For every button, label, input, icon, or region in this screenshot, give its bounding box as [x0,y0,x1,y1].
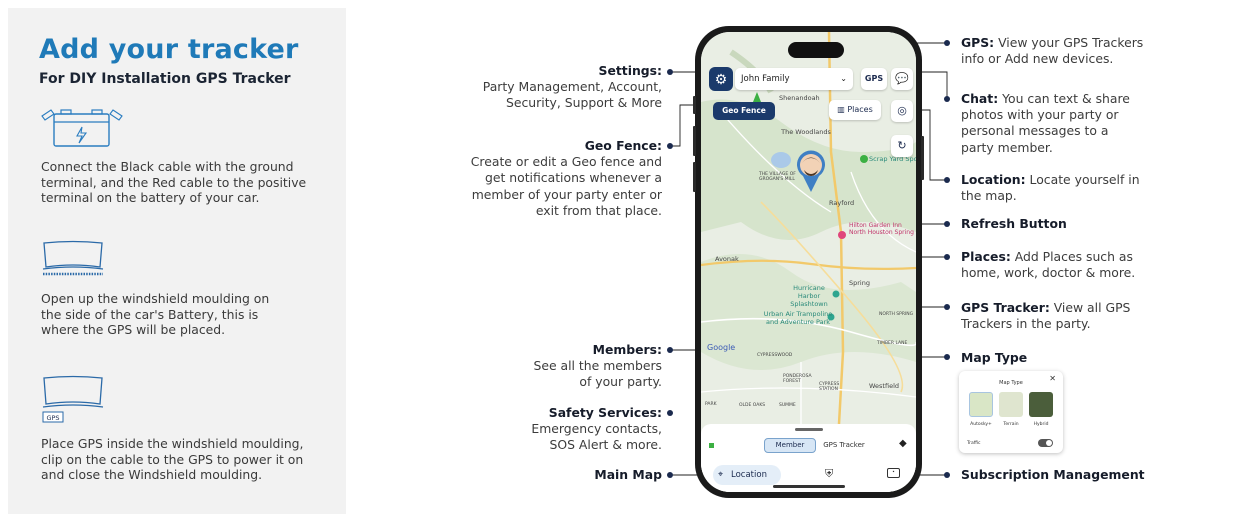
map-label: The Woodlands [781,128,831,136]
map-type-card: Map Type ✕ Autosky+ Terrain Hybrid Traff… [959,371,1063,453]
annotation-dot [944,254,950,260]
annotation-dot [944,472,950,478]
card-icon: ▪ [892,469,895,475]
settings-button[interactable]: ⚙ [709,67,733,91]
party-select[interactable]: John Family ⌄ [735,68,853,90]
map-type-autosky[interactable] [969,392,993,417]
annotation-dot [944,177,950,183]
annotation-dot [667,410,673,416]
sheet-handle[interactable] [795,428,823,431]
chevron-down-icon: ⌄ [840,74,847,83]
geo-fence-button[interactable]: Geo Fence [713,102,775,120]
gear-icon: ⚙ [714,71,728,87]
annotation-dot [667,347,673,353]
subscription-button[interactable]: ▪ [887,468,900,478]
map-type-label: Terrain [1003,422,1019,427]
annotation-main-map: Main Map [594,467,662,482]
map-type-label: Autosky+ [970,422,992,427]
status-indicator [709,443,714,448]
map-label: SUMME [779,403,796,408]
map-label: PARK [705,402,717,407]
building-icon: ▥ [837,105,845,114]
annotation-dot [944,304,950,310]
annotation-settings: Settings: Party Management, Account, Sec… [482,63,662,111]
map-label: Westfield [869,382,900,390]
nav-location[interactable]: ⌖ Location [713,465,781,485]
phone-notch [788,42,844,58]
map-label: Urban Air Trampoline and Adventure Park [763,310,833,326]
map-type-terrain[interactable] [999,392,1023,417]
side-button [921,136,924,180]
annotation-safety-services: Safety Services: Emergency contacts, SOS… [531,405,662,453]
map-type-card-title: Map Type [999,380,1023,386]
annotation-dot [667,472,673,478]
map-label: Avonak [715,255,739,263]
close-icon[interactable]: ✕ [1049,374,1056,383]
app-screen: Shenandoah The Woodlands THE VILLAGE OF … [701,32,916,492]
annotation-places: Places: Add Places such as home, work, d… [961,249,1136,281]
map-label: Shenandoah [779,94,820,102]
map-label: OLDE OAKS [739,403,766,408]
refresh-icon: ↻ [897,140,907,152]
annotation-dot [667,143,673,149]
map-label: Hilton Garden Inn North Houston Spring [849,222,914,236]
map-type-hybrid[interactable] [1029,392,1053,417]
map-pin-icon: ⌖ [718,470,724,480]
annotation-map-type: Map Type [961,350,1028,365]
chat-button[interactable]: 💬 [891,68,913,90]
annotation-subscription: Subscription Management [961,467,1145,482]
tab-gps-tracker[interactable]: GPS Tracker [819,438,869,453]
side-button [693,126,696,156]
locate-me-button[interactable]: ◎ [891,100,913,122]
annotation-location: Location: Locate yourself in the map. [961,172,1140,204]
map-label: Spring [849,279,870,287]
gps-button[interactable]: GPS [861,68,887,90]
map-label: PONDEROSA FOREST [783,374,812,384]
annotation-dot [944,354,950,360]
traffic-toggle[interactable] [1038,439,1053,447]
tab-member[interactable]: Member [764,438,816,453]
map-label: CYPRESSWOOD [757,353,793,358]
refresh-button[interactable]: ↻ [891,135,913,157]
phone-mockup: Shenandoah The Woodlands THE VILLAGE OF … [693,26,924,498]
side-button [693,162,696,192]
annotation-gps-tracker: GPS Tracker: View all GPS Trackers in th… [961,300,1131,332]
annotation-dot [944,96,950,102]
safety-services-button[interactable]: ⛨ [825,468,833,481]
annotation-refresh: Refresh Button [961,216,1067,231]
annotation-dot [667,69,673,75]
map-label: CYPRESS STATION [819,382,840,392]
bottom-sheet: Member GPS Tracker ◆ ⌖ Location ⛨ ▪ [701,424,916,492]
traffic-label: Traffic [967,441,981,446]
annotation-dot [944,40,950,46]
annotation-chat: Chat: You can text & share photos with y… [961,91,1130,155]
annotation-dot [944,221,950,227]
member-avatar-pin[interactable] [796,150,826,194]
map-label: Rayford [829,199,855,207]
google-logo: Google [707,343,736,352]
annotation-gps: GPS: View your GPS Trackers info or Add … [961,35,1144,67]
places-button[interactable]: ▥ Places [829,100,881,120]
map-label: TIMBER LANE [877,341,908,346]
map-label: NORTH SPRING [879,312,914,317]
annotation-members: Members: See all the members of your par… [533,342,662,390]
layers-icon: ◆ [899,438,907,449]
annotation-geo-fence: Geo Fence: Create or edit a Geo fence an… [470,138,662,218]
map-label: Hurricane Harbor Splashtown [790,284,828,308]
crosshair-icon: ◎ [897,105,907,117]
home-indicator [773,485,845,488]
map-type-label: Hybrid [1033,422,1049,427]
shield-icon: ⛨ [825,468,834,480]
chat-icon: 💬 [895,73,909,85]
side-button [693,96,696,114]
map-type-button[interactable]: ◆ [899,438,907,449]
